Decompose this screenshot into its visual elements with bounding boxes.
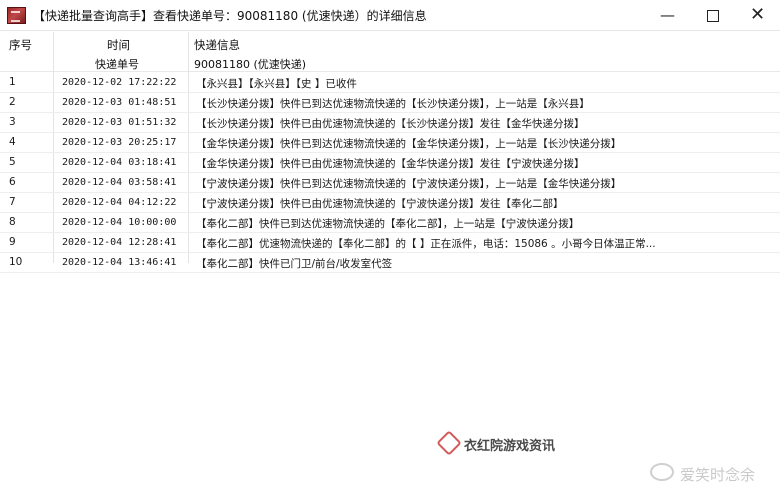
table-row[interactable]: 9 2020-12-04 12:28:41 【奉化二部】优速物流快递的【奉化二部… [0,233,780,253]
maximize-icon [706,9,719,22]
table-row[interactable]: 7 2020-12-04 04:12:22 【宁波快递分拨】快件已由优速物流快递… [0,193,780,213]
table-row[interactable]: 3 2020-12-03 01:51:32 【长沙快递分拨】快件已由优速物流快递… [0,113,780,133]
weibo-watermark-text: 爱笑时念余 [680,466,756,484]
row-time: 2020-12-02 17:22:22 [62,77,177,88]
row-time: 2020-12-04 13:46:41 [62,257,177,268]
title-bar: 【快递批量查询高手】查看快递单号：90081180 (优速快递）的详细信息 — … [0,0,780,31]
table-row[interactable]: 5 2020-12-04 03:18:41 【金华快递分拨】快件已由优速物流快递… [0,153,780,173]
header-info[interactable]: 快递信息 [194,37,240,53]
table-header: 序号 时间 快递信息 快递单号 90081180 (优速快递) [0,32,780,72]
row-info: 【宁波快递分拨】快件已到达优速物流快递的【宁波快递分拨】，上一站是【金华快递分拨… [196,178,622,190]
table-row[interactable]: 4 2020-12-03 20:25:17 【金华快递分拨】快件已到达优速物流快… [0,133,780,153]
row-info: 【永兴县】【永兴县】【史 】已收件 [196,78,357,90]
row-index: 8 [9,216,16,228]
row-index: 4 [9,136,16,148]
tracking-table: 序号 时间 快递信息 快递单号 90081180 (优速快递) 1 2020-1… [0,32,780,495]
row-index: 9 [9,236,16,248]
row-info: 【宁波快递分拨】快件已由优速物流快递的【宁波快递分拨】发往【奉化二部】 [196,198,564,210]
tracking-number-value: 90081180 (优速快递) [194,58,307,71]
close-icon: ✕ [749,4,766,25]
row-time: 2020-12-03 20:25:17 [62,137,177,148]
row-time: 2020-12-03 01:48:51 [62,97,177,108]
table-row[interactable]: 2 2020-12-03 01:48:51 【长沙快递分拨】快件已到达优速物流快… [0,93,780,113]
row-time: 2020-12-04 04:12:22 [62,197,177,208]
tracking-number-label: 快递单号 [95,58,139,71]
row-index: 7 [9,196,16,208]
row-index: 5 [9,156,16,168]
close-button[interactable]: ✕ [735,0,780,30]
window-title: 【快递批量查询高手】查看快递单号：90081180 (优速快递）的详细信息 [33,9,427,23]
header-index[interactable]: 序号 [9,37,32,53]
row-info: 【奉化二部】优速物流快递的【奉化二部】的【 】正在派件，电话：15086 。小哥… [196,238,656,250]
row-time: 2020-12-04 03:58:41 [62,177,177,188]
table-row[interactable]: 10 2020-12-04 13:46:41 【奉化二部】快件已门卫/前台/收发… [0,253,780,273]
row-info: 【奉化二部】快件已到达优速物流快递的【奉化二部】，上一站是【宁波快递分拨】 [196,218,580,230]
row-time: 2020-12-04 10:00:00 [62,217,177,228]
minimize-icon: — [660,6,675,24]
maximize-button[interactable] [690,0,735,30]
row-info: 【金华快递分拨】快件已由优速物流快递的【金华快递分拨】发往【宁波快递分拨】 [196,158,585,170]
row-info: 【金华快递分拨】快件已到达优速物流快递的【金华快递分拨】，上一站是【长沙快递分拨… [196,138,622,150]
row-info: 【长沙快递分拨】快件已由优速物流快递的【长沙快递分拨】发往【金华快递分拨】 [196,118,585,130]
row-index: 2 [9,96,16,108]
table-row[interactable]: 1 2020-12-02 17:22:22 【永兴县】【永兴县】【史 】已收件 [0,73,780,93]
row-index: 6 [9,176,16,188]
row-index: 10 [9,256,23,268]
site-watermark: 衣红院游戏资讯 [436,430,556,456]
row-index: 1 [9,76,16,88]
header-time[interactable]: 时间 [107,37,130,53]
table-row[interactable]: 8 2020-12-04 10:00:00 【奉化二部】快件已到达优速物流快递的… [0,213,780,233]
row-time: 2020-12-03 01:51:32 [62,117,177,128]
table-row[interactable]: 6 2020-12-04 03:58:41 【宁波快递分拨】快件已到达优速物流快… [0,173,780,193]
row-index: 3 [9,116,16,128]
minimize-button[interactable]: — [645,0,690,30]
table-body: 1 2020-12-02 17:22:22 【永兴县】【永兴县】【史 】已收件 … [0,73,780,273]
weibo-watermark: 爱笑时念余 [650,463,755,485]
site-watermark-text: 衣红院游戏资讯 [464,439,556,454]
weibo-icon [650,463,674,481]
kite-icon [436,430,462,456]
row-time: 2020-12-04 03:18:41 [62,157,177,168]
row-info: 【奉化二部】快件已门卫/前台/收发室代签 [196,258,393,270]
row-time: 2020-12-04 12:28:41 [62,237,177,248]
row-info: 【长沙快递分拨】快件已到达优速物流快递的【长沙快递分拨】，上一站是【永兴县】 [196,98,590,110]
app-icon [7,7,26,24]
